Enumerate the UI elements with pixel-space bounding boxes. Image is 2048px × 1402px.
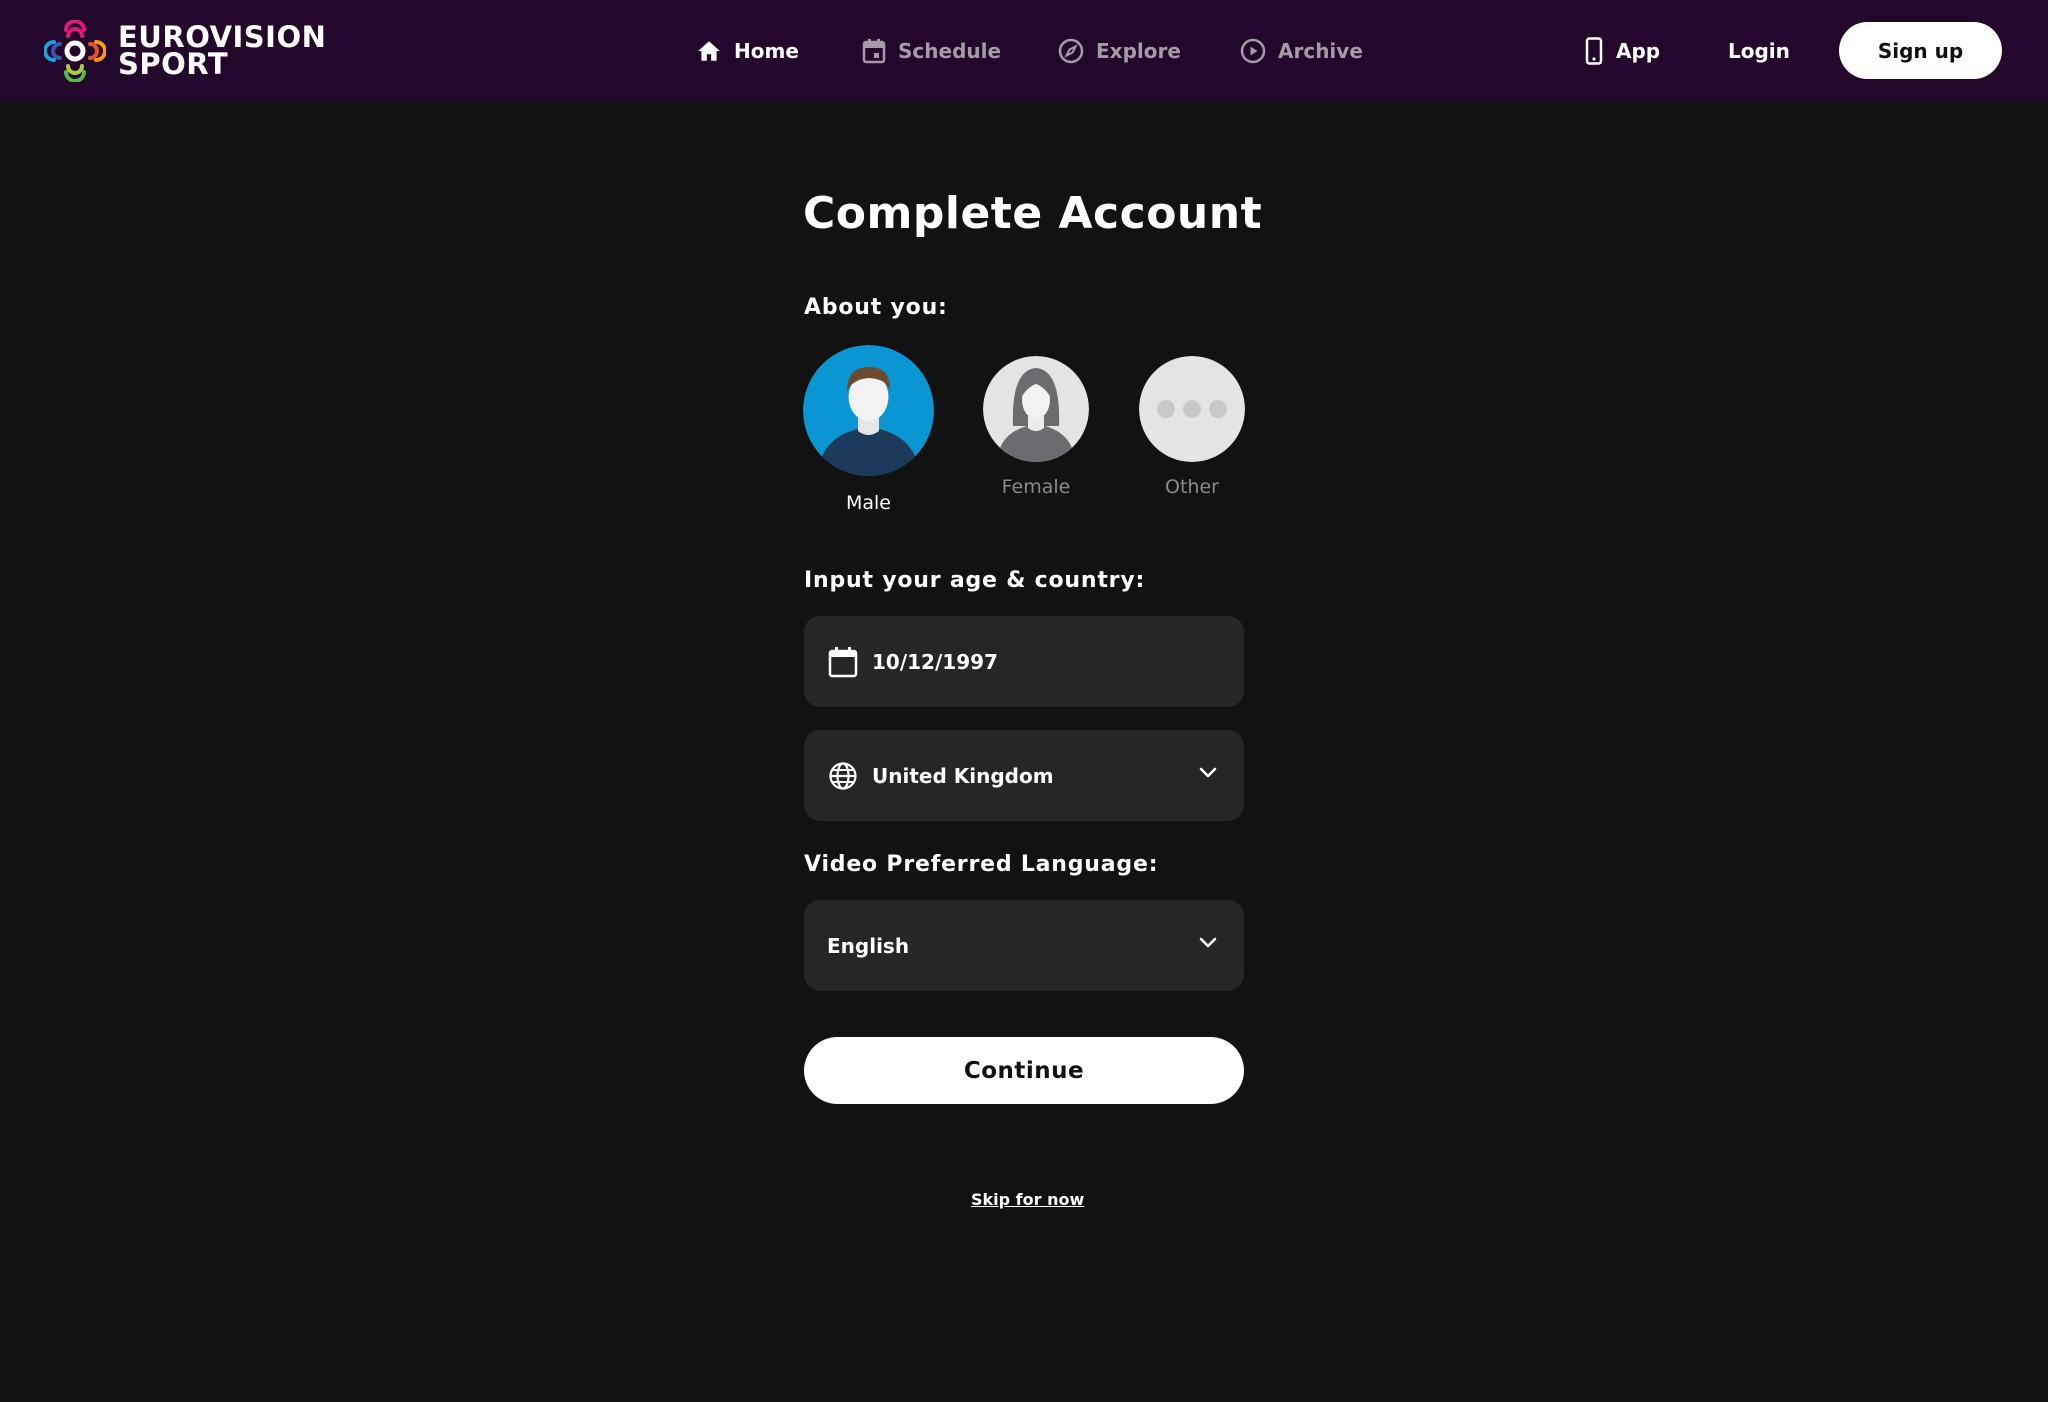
gender-label-male: Male <box>845 492 891 514</box>
logo-line2: SPORT <box>118 47 229 81</box>
gender-label-female: Female <box>1001 476 1071 498</box>
gender-option-other[interactable]: Other <box>1139 356 1245 498</box>
skip-for-now-link[interactable]: Skip for now <box>971 1190 1084 1209</box>
nav-archive-label: Archive <box>1278 39 1363 63</box>
eurovision-sport-logo[interactable]: EUROVISION SPORT <box>43 19 326 83</box>
country-select[interactable]: United Kingdom <box>804 730 1244 821</box>
video-language-label: Video Preferred Language: <box>804 852 1159 877</box>
nav-schedule[interactable]: Schedule <box>862 33 1001 69</box>
login-link[interactable]: Login <box>1728 33 1790 69</box>
male-avatar-icon <box>803 345 934 476</box>
birthdate-value: 10/12/1997 <box>872 649 998 674</box>
birthdate-field[interactable]: 10/12/1997 <box>804 616 1244 707</box>
logo-wordmark: EUROVISION SPORT <box>118 23 326 81</box>
nav-app-label: App <box>1616 39 1661 63</box>
country-value: United Kingdom <box>872 763 1054 788</box>
signup-label: Sign up <box>1877 38 1964 63</box>
age-country-label: Input your age & country: <box>804 568 1146 593</box>
nav-home-label: Home <box>734 39 799 63</box>
signup-button[interactable]: Sign up <box>1839 22 2002 79</box>
gender-option-female[interactable]: Female <box>983 356 1089 498</box>
continue-button[interactable]: Continue <box>804 1037 1244 1104</box>
calendar-icon <box>862 38 898 64</box>
nav-app[interactable]: App <box>1584 33 1660 69</box>
logo-mark-icon <box>43 19 107 83</box>
nav-explore[interactable]: Explore <box>1058 33 1181 69</box>
nav-home[interactable]: Home <box>696 33 799 69</box>
more-dots-icon <box>1139 356 1245 462</box>
nav-explore-label: Explore <box>1096 39 1181 63</box>
play-circle-icon <box>1240 38 1278 64</box>
nav-archive[interactable]: Archive <box>1240 33 1363 69</box>
gender-option-male[interactable]: Male <box>803 345 934 514</box>
nav-schedule-label: Schedule <box>898 39 1002 63</box>
page-title: Complete Account <box>803 188 1263 239</box>
chevron-down-icon <box>1198 766 1218 780</box>
female-avatar-icon <box>983 356 1089 462</box>
smartphone-icon <box>1584 37 1616 65</box>
about-you-label: About you: <box>804 295 948 320</box>
login-label: Login <box>1728 39 1790 63</box>
home-icon <box>696 38 734 64</box>
language-select[interactable]: English <box>804 900 1244 991</box>
top-nav-bar: EUROVISION SPORT Home Schedule Explore A… <box>0 0 2048 102</box>
gender-label-other: Other <box>1165 476 1219 498</box>
chevron-down-icon <box>1198 936 1218 950</box>
compass-icon <box>1058 38 1096 64</box>
calendar-icon <box>828 646 858 678</box>
language-value: English <box>827 933 910 958</box>
globe-icon <box>828 761 858 791</box>
continue-label: Continue <box>963 1057 1085 1084</box>
